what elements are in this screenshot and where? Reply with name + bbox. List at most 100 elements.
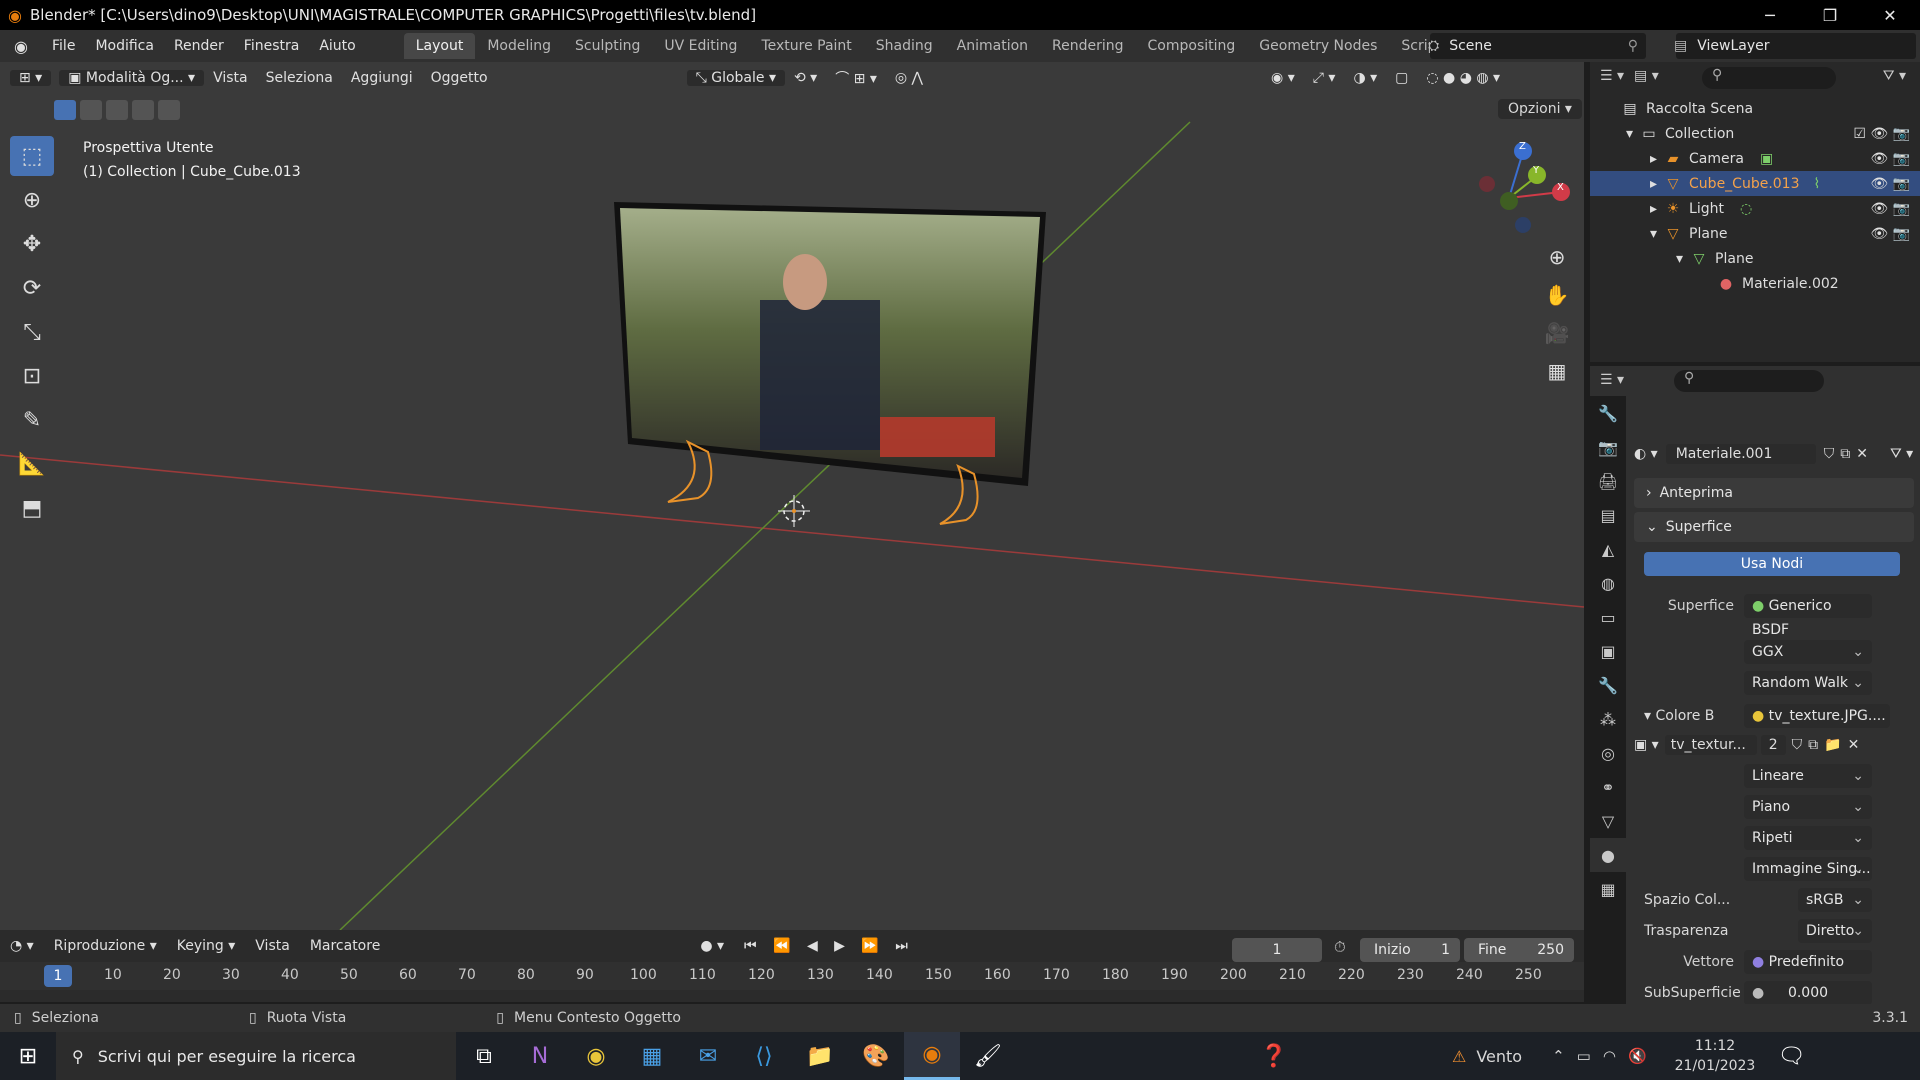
view-layer-tab-icon[interactable]: ▤ bbox=[1590, 498, 1626, 532]
timeline-ruler[interactable]: 1 10 20 30 40 50 60 70 80 90 100 110 120… bbox=[0, 962, 1584, 990]
base-color-label[interactable]: ▾ Colore B bbox=[1644, 708, 1714, 724]
weather-widget[interactable]: ⚠ Vento bbox=[1452, 1047, 1522, 1066]
camera-view-icon[interactable]: 🎥 bbox=[1540, 316, 1574, 350]
subsurface-value-field[interactable]: ● 0.000 bbox=[1744, 981, 1872, 1005]
node-link-icon[interactable]: ⛛ ▾ bbox=[1890, 446, 1913, 462]
playback-controls[interactable]: ⏮ ⏪ ◀ ▶ ⏩ ⏭ bbox=[734, 938, 924, 954]
menu-modifica[interactable]: Modifica bbox=[85, 30, 164, 62]
outliner-root[interactable]: ▤ Raccolta Scena bbox=[1590, 96, 1920, 121]
fake-user-icon[interactable]: ⛉ bbox=[1824, 446, 1835, 462]
select-subtract-icon[interactable] bbox=[106, 100, 128, 120]
vector-field[interactable]: ● Predefinito bbox=[1744, 950, 1872, 974]
timeline-editor-type-icon[interactable]: ◔ ▾ bbox=[0, 938, 44, 954]
outliner-item-camera[interactable]: ▸ ▰ Camera ▣ 👁 📷 bbox=[1590, 146, 1920, 171]
panel-surface-header[interactable]: ⌄ Superfice bbox=[1634, 512, 1914, 542]
material-tab-icon[interactable]: ● bbox=[1590, 838, 1626, 872]
overlay-toggle-icon[interactable]: ◑ ▾ bbox=[1344, 70, 1386, 86]
menu-marcatore[interactable]: Marcatore bbox=[300, 938, 391, 954]
battery-icon[interactable]: ▭ bbox=[1577, 1047, 1591, 1065]
display-mode-icon[interactable]: ▤ ▾ bbox=[1634, 68, 1659, 84]
subsurface-method-dropdown[interactable]: Random Walk ⌄ bbox=[1744, 671, 1872, 695]
interpolation-dropdown[interactable]: Lineare ⌄ bbox=[1744, 764, 1872, 788]
pan-hand-icon[interactable]: ✋ bbox=[1540, 278, 1574, 312]
system-tray[interactable]: ⌃ ▭ ◠ 🔇 bbox=[1552, 1047, 1647, 1065]
select-intersect-icon[interactable] bbox=[158, 100, 180, 120]
menu-keying[interactable]: Keying ▾ bbox=[167, 938, 246, 954]
cursor-icon[interactable]: ⊕ bbox=[10, 180, 54, 220]
annotate-icon[interactable]: ✎ bbox=[10, 400, 54, 440]
orientation-dropdown[interactable]: ⤡ Globale ▾ bbox=[686, 70, 785, 86]
outliner-item-light[interactable]: ▸ ☀ Light ◌ 👁 📷 bbox=[1590, 196, 1920, 221]
texture-tab-icon[interactable]: ▦ bbox=[1590, 872, 1626, 906]
outliner-item-plane-mesh[interactable]: ▾ ▽ Plane bbox=[1590, 246, 1920, 271]
move-icon[interactable]: ✥ bbox=[10, 224, 54, 264]
viewlayer-selector[interactable]: ▤ ViewLayer bbox=[1674, 33, 1916, 59]
tab-sculpting[interactable]: Sculpting bbox=[563, 33, 652, 59]
outliner-item-material[interactable]: ● Materiale.002 bbox=[1590, 271, 1920, 296]
notifications-icon[interactable]: 🗨 bbox=[1763, 1032, 1819, 1080]
duplicate-material-icon[interactable]: ⧉ bbox=[1840, 446, 1850, 462]
tab-layout[interactable]: Layout bbox=[403, 33, 476, 59]
select-extend-icon[interactable] bbox=[80, 100, 102, 120]
extension-dropdown[interactable]: Ripeti ⌄ bbox=[1744, 826, 1872, 850]
xray-icon[interactable]: ▢ bbox=[1386, 70, 1417, 86]
onenote-icon[interactable]: N bbox=[512, 1032, 568, 1080]
mode-dropdown[interactable]: ▣ Modalità Og... ▾ bbox=[59, 70, 205, 86]
paint-icon[interactable]: 🎨 bbox=[848, 1032, 904, 1080]
menu-riproduzione[interactable]: Riproduzione ▾ bbox=[44, 938, 167, 954]
menu-timeline-vista[interactable]: Vista bbox=[245, 938, 300, 954]
select-invert-icon[interactable] bbox=[132, 100, 154, 120]
menu-file[interactable]: File bbox=[42, 30, 85, 62]
cube-visibility[interactable]: 👁 📷 bbox=[1870, 176, 1910, 192]
render-tab-icon[interactable]: 📷 bbox=[1590, 430, 1626, 464]
transform-icon[interactable]: ⊡ bbox=[10, 356, 54, 396]
wifi-icon[interactable]: ◠ bbox=[1603, 1047, 1616, 1065]
chevron-up-icon[interactable]: ⌃ bbox=[1552, 1047, 1565, 1065]
proportional-edit-icon[interactable]: ◎ ⋀ bbox=[886, 70, 932, 86]
store-icon[interactable]: ▦ bbox=[624, 1032, 680, 1080]
base-color-field[interactable]: ● tv_texture.JPG.... bbox=[1744, 704, 1890, 728]
image-source-dropdown[interactable]: Immagine Sing... ⌄ bbox=[1744, 857, 1872, 881]
image-unlink-icon[interactable]: ✕ bbox=[1848, 737, 1860, 753]
alpha-mode-dropdown[interactable]: Diretto ⌄ bbox=[1798, 919, 1872, 943]
clock[interactable]: 11:12 21/01/2023 bbox=[1675, 1036, 1756, 1076]
material-name-field[interactable]: Materiale.001 bbox=[1665, 444, 1816, 464]
end-frame-field[interactable]: Fine 250 bbox=[1464, 938, 1574, 962]
menu-render[interactable]: Render bbox=[164, 30, 234, 62]
unlink-material-icon[interactable]: ✕ bbox=[1856, 446, 1868, 462]
vscode-icon[interactable]: ⟨⟩ bbox=[736, 1032, 792, 1080]
menu-vista[interactable]: Vista bbox=[204, 70, 257, 86]
scene-selector[interactable]: ⛭ Scene ⚲ bbox=[1428, 33, 1646, 59]
3d-viewport[interactable]: Z Y X bbox=[0, 62, 1584, 930]
tab-shading[interactable]: Shading bbox=[864, 33, 945, 59]
menu-seleziona[interactable]: Seleziona bbox=[257, 70, 342, 86]
physics-tab-icon[interactable]: ◎ bbox=[1590, 736, 1626, 770]
editor-type-icon[interactable]: ⊞ ▾ bbox=[10, 70, 52, 86]
tab-compositing[interactable]: Compositing bbox=[1136, 33, 1248, 59]
distribution-dropdown[interactable]: GGX ⌄ bbox=[1744, 640, 1872, 664]
menu-aiuto[interactable]: Aiuto bbox=[309, 30, 365, 62]
world-tab-icon[interactable]: ◍ bbox=[1590, 566, 1626, 600]
light-visibility[interactable]: 👁 📷 bbox=[1870, 201, 1910, 217]
particles-tab-icon[interactable]: ⁂ bbox=[1590, 702, 1626, 736]
gizmo-toggle-icon[interactable]: ⤢ ▾ bbox=[1304, 70, 1345, 86]
blender-menu-icon[interactable]: ◉ bbox=[0, 30, 42, 62]
outliner-editor-icon[interactable]: ☰ ▾ bbox=[1600, 68, 1624, 84]
zoom-icon[interactable]: ⊕ bbox=[1540, 240, 1574, 274]
tool-tab-icon[interactable]: 🔧 bbox=[1590, 396, 1626, 430]
outliner-item-collection[interactable]: ▾ ▭ Collection ☑ 👁 📷 bbox=[1590, 121, 1920, 146]
perspective-toggle-icon[interactable]: ▦ bbox=[1540, 354, 1574, 388]
tv-plane-object[interactable] bbox=[614, 202, 1046, 525]
tab-rendering[interactable]: Rendering bbox=[1040, 33, 1136, 59]
properties-search-input[interactable]: ⚲ bbox=[1674, 370, 1824, 392]
outliner-item-plane[interactable]: ▾ ▽ Plane 👁 📷 bbox=[1590, 221, 1920, 246]
windows-start-icon[interactable]: ⊞ bbox=[0, 1032, 56, 1080]
image-open-folder-icon[interactable]: 📁 bbox=[1824, 737, 1841, 753]
mail-icon[interactable]: ✉ bbox=[680, 1032, 736, 1080]
minimize-icon[interactable]: ─ bbox=[1740, 0, 1800, 30]
taskbar-search-input[interactable]: ⚲ Scrivi qui per eseguire la ricerca bbox=[56, 1032, 456, 1080]
image-fake-user-icon[interactable]: ⛉ bbox=[1792, 737, 1803, 753]
tab-modeling[interactable]: Modeling bbox=[475, 33, 563, 59]
scene-tab-icon[interactable]: ◭ bbox=[1590, 532, 1626, 566]
help-icon[interactable]: ❓ bbox=[1246, 1032, 1302, 1080]
